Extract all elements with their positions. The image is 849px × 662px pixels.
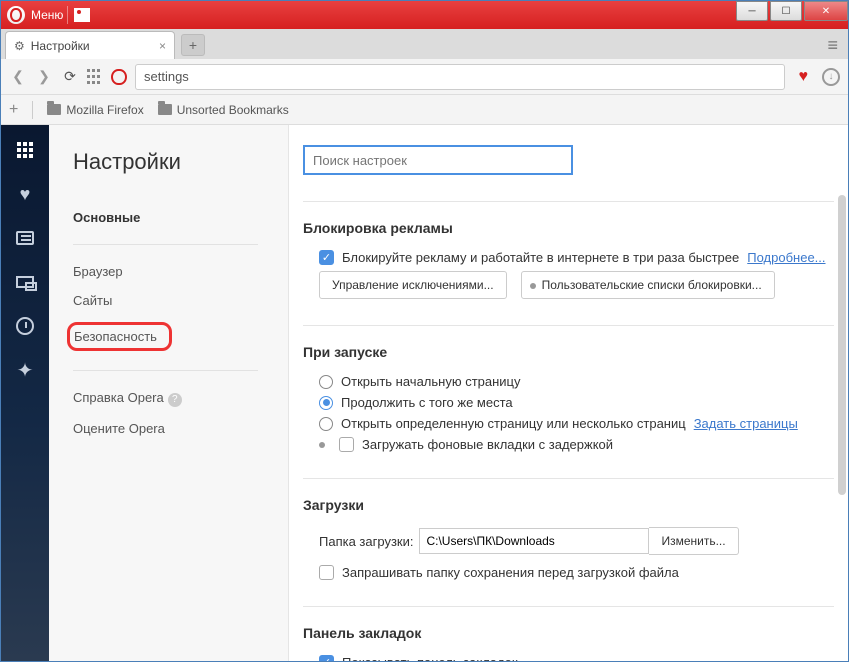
separator: [73, 370, 258, 371]
startup-radio-pages[interactable]: [319, 417, 333, 431]
nav-help-label: Справка Opera: [73, 390, 164, 405]
nav-sites[interactable]: Сайты: [73, 286, 288, 315]
nav-security[interactable]: Безопасность: [73, 315, 288, 358]
separator: [32, 101, 33, 119]
checkbox-label: Показывать панель закладок: [342, 655, 518, 661]
help-icon: ?: [168, 393, 182, 407]
section-adblock: Блокировка рекламы ✓ Блокируйте рекламу …: [303, 201, 834, 299]
tab-strip: ⚙ Настройки × + ≡: [1, 29, 848, 59]
ask-folder-checkbox[interactable]: [319, 565, 334, 580]
toolbar: ❮ ❯ ⟳ settings ♥ ↓: [1, 59, 848, 95]
bookmark-heart-icon[interactable]: ♥: [799, 68, 809, 86]
startup-radio-continue[interactable]: [319, 396, 333, 410]
settings-search-input[interactable]: [303, 145, 573, 175]
speed-dial-icon[interactable]: [87, 69, 103, 85]
forward-button[interactable]: ❯: [35, 68, 53, 85]
section-bookmarks-panel: Панель закладок ✓ Показывать панель закла…: [303, 606, 834, 661]
nav-rate[interactable]: Оцените Opera: [73, 414, 288, 443]
adblock-more-link[interactable]: Подробнее...: [747, 250, 825, 265]
add-bookmark-button[interactable]: +: [9, 101, 18, 119]
flag-icon[interactable]: [74, 8, 90, 22]
news-rail-icon[interactable]: [14, 227, 36, 249]
section-startup: При запуске Открыть начальную страницу П…: [303, 325, 834, 452]
button-label: Пользовательские списки блокировки...: [542, 278, 762, 292]
extensions-rail-icon[interactable]: ✦: [14, 359, 36, 381]
radio-label: Открыть начальную страницу: [341, 374, 521, 389]
tabs-rail-icon[interactable]: [14, 271, 36, 293]
window-minimize-button[interactable]: ─: [736, 1, 768, 21]
nav-basic[interactable]: Основные: [73, 203, 288, 232]
bookmark-folder[interactable]: Mozilla Firefox: [47, 103, 143, 117]
window-titlebar: Меню ─ ☐ ✕: [1, 1, 848, 29]
window-close-button[interactable]: ✕: [804, 1, 848, 21]
change-folder-button[interactable]: Изменить...: [649, 527, 738, 555]
scrollbar[interactable]: [838, 195, 846, 495]
reload-button[interactable]: ⟳: [61, 68, 79, 85]
new-tab-button[interactable]: +: [181, 34, 205, 56]
delay-checkbox[interactable]: [339, 437, 354, 452]
download-folder-label: Папка загрузки:: [319, 534, 413, 549]
bookmark-label: Mozilla Firefox: [66, 103, 143, 117]
opera-logo-icon[interactable]: [7, 6, 25, 24]
tab-title: Настройки: [31, 39, 90, 53]
page-title: Настройки: [73, 149, 288, 175]
adblock-checkbox[interactable]: ✓: [319, 250, 334, 265]
url-text: settings: [144, 69, 189, 84]
separator: [73, 244, 258, 245]
bookmarks-bar: + Mozilla Firefox Unsorted Bookmarks: [1, 95, 848, 125]
tab-close-button[interactable]: ×: [159, 39, 166, 53]
downloads-button[interactable]: ↓: [822, 68, 840, 86]
settings-nav: Настройки Основные Браузер Сайты Безопас…: [49, 125, 289, 661]
startup-radio-home[interactable]: [319, 375, 333, 389]
dot-icon: [530, 283, 536, 289]
speed-dial-rail-icon[interactable]: [14, 139, 36, 161]
main-area: ♥ ✦ Настройки Основные Браузер Сайты Без…: [1, 125, 848, 661]
section-heading: Загрузки: [303, 497, 834, 513]
bookmarks-rail-icon[interactable]: ♥: [14, 183, 36, 205]
settings-content: Блокировка рекламы ✓ Блокируйте рекламу …: [289, 125, 848, 661]
tab-settings[interactable]: ⚙ Настройки ×: [5, 31, 175, 59]
history-rail-icon[interactable]: [14, 315, 36, 337]
checkbox-label: Загружать фоновые вкладки с задержкой: [362, 437, 613, 452]
sidebar-rail: ♥ ✦: [1, 125, 49, 661]
address-bar[interactable]: settings: [135, 64, 785, 90]
nav-browser[interactable]: Браузер: [73, 257, 288, 286]
show-bookmarks-checkbox[interactable]: ✓: [319, 655, 334, 661]
section-heading: При запуске: [303, 344, 834, 360]
tab-menu-button[interactable]: ≡: [827, 35, 838, 56]
back-button[interactable]: ❮: [9, 68, 27, 85]
block-lists-button[interactable]: Пользовательские списки блокировки...: [521, 271, 775, 299]
set-pages-link[interactable]: Задать страницы: [694, 416, 798, 431]
download-path-input[interactable]: [419, 528, 649, 554]
nav-help[interactable]: Справка Opera?: [73, 383, 288, 414]
folder-icon: [47, 104, 61, 115]
dot-icon: [319, 442, 325, 448]
opera-badge-icon: [111, 69, 127, 85]
window-maximize-button[interactable]: ☐: [770, 1, 802, 21]
manage-exceptions-button[interactable]: Управление исключениями...: [319, 271, 507, 299]
bookmark-label: Unsorted Bookmarks: [177, 103, 289, 117]
nav-security-label: Безопасность: [67, 322, 172, 351]
adblock-label: Блокируйте рекламу и работайте в интерне…: [342, 250, 739, 265]
menu-button[interactable]: Меню: [31, 8, 63, 22]
separator: [67, 6, 68, 24]
section-heading: Блокировка рекламы: [303, 220, 834, 236]
radio-label: Открыть определенную страницу или нескол…: [341, 416, 686, 431]
section-heading: Панель закладок: [303, 625, 834, 641]
section-downloads: Загрузки Папка загрузки: Изменить... Зап…: [303, 478, 834, 580]
gear-icon: ⚙: [14, 39, 25, 53]
radio-label: Продолжить с того же места: [341, 395, 513, 410]
checkbox-label: Запрашивать папку сохранения перед загру…: [342, 565, 679, 580]
bookmark-folder[interactable]: Unsorted Bookmarks: [158, 103, 289, 117]
folder-icon: [158, 104, 172, 115]
